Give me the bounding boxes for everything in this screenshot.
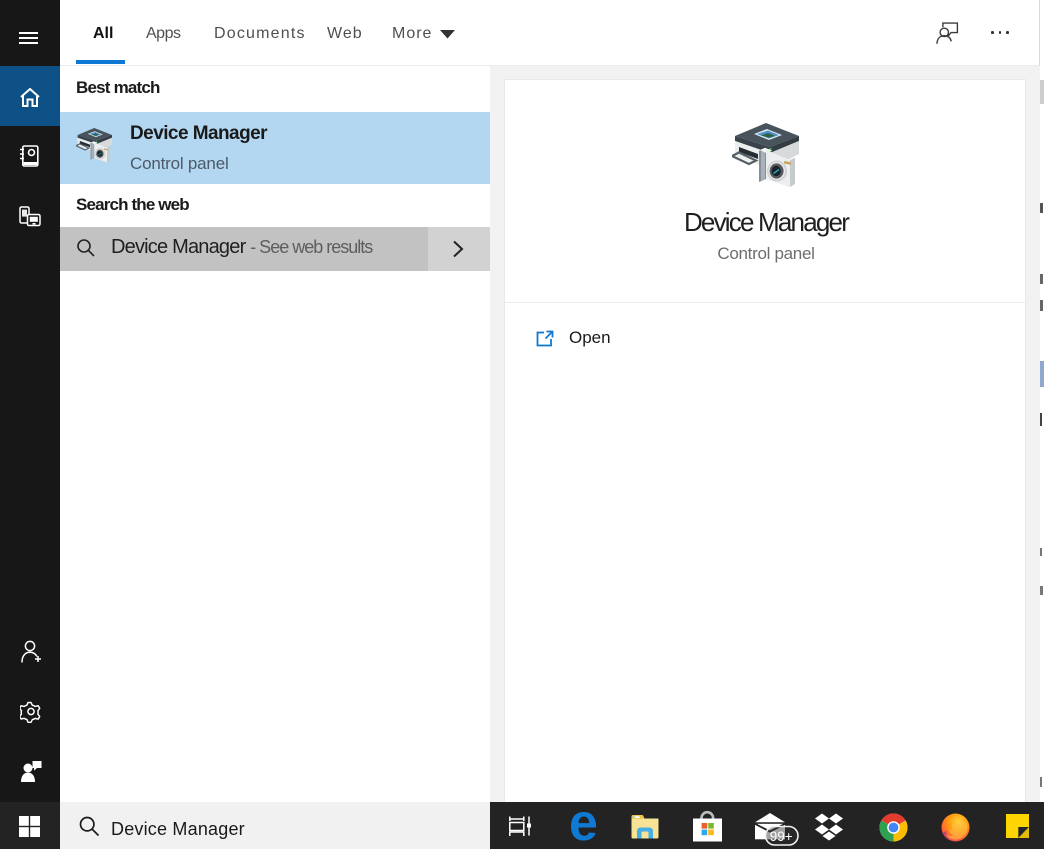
svg-text:99+: 99+ xyxy=(770,829,793,844)
svg-text:e: e xyxy=(569,812,598,842)
